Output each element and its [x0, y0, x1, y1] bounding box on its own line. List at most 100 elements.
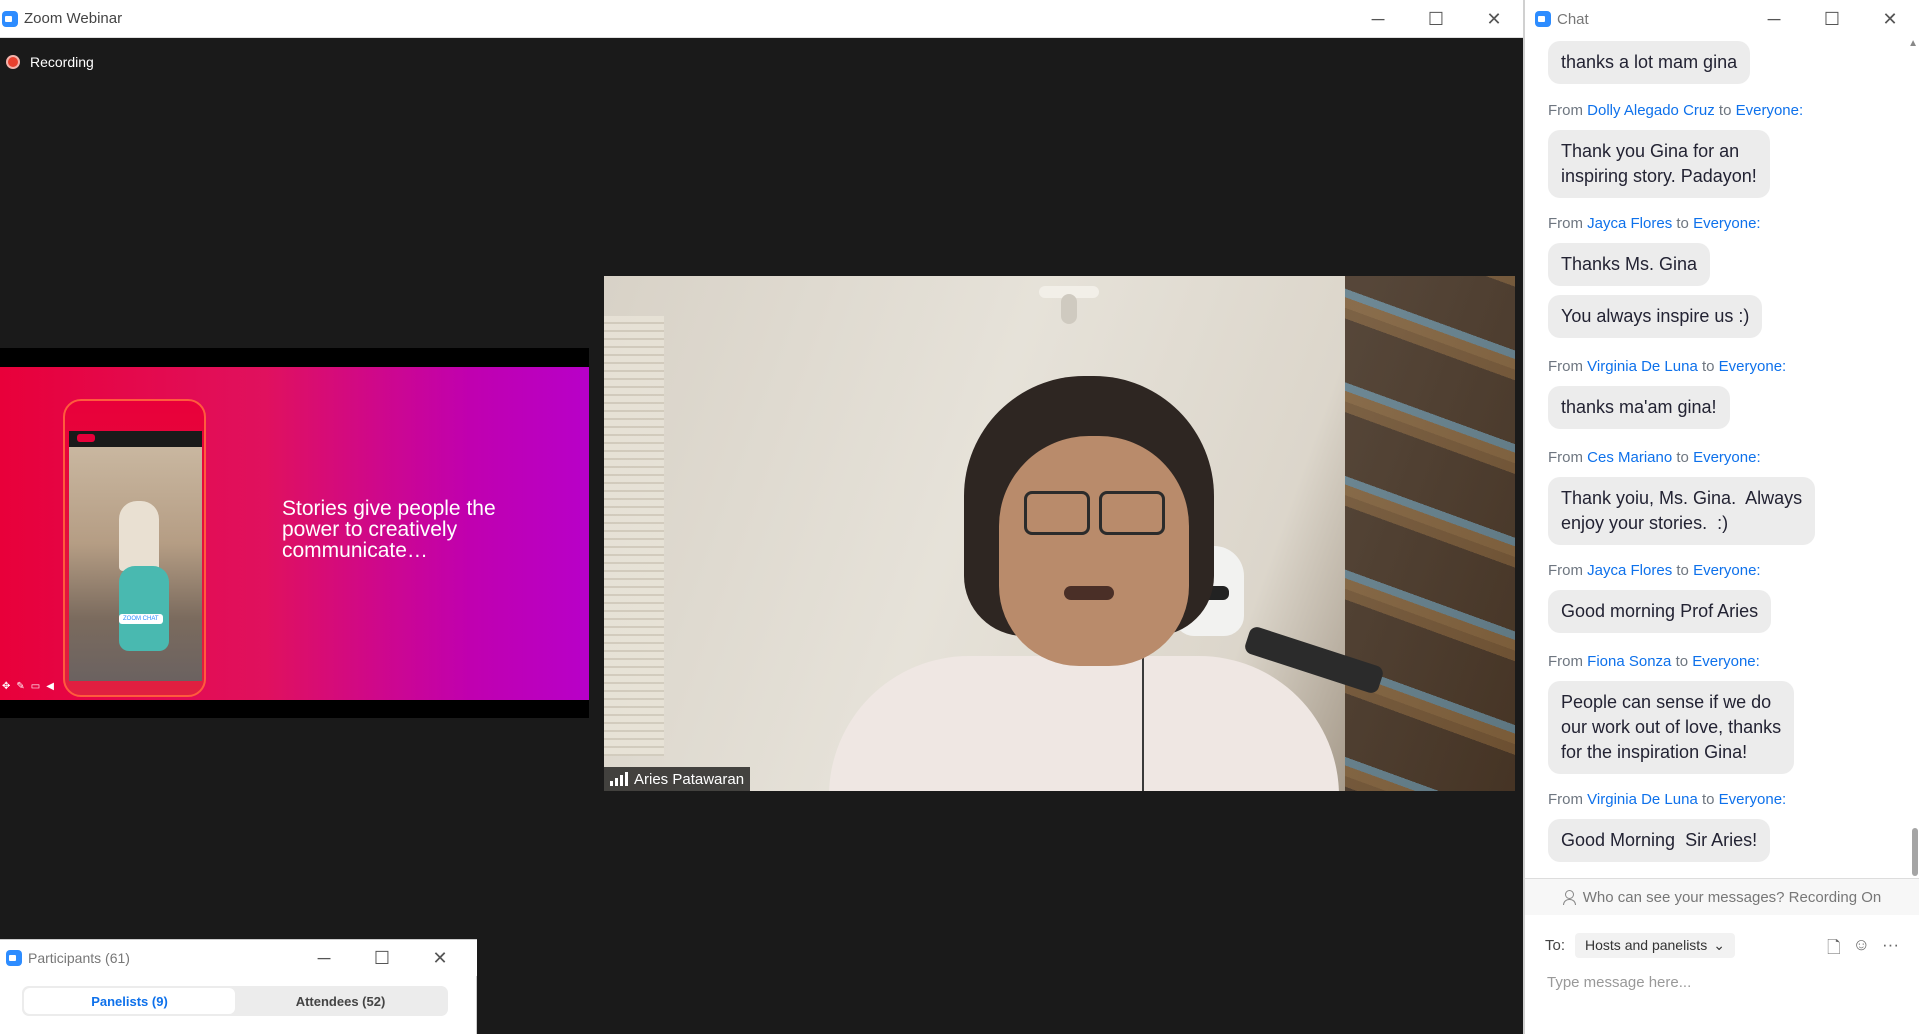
- message-visibility-note[interactable]: Who can see your messages? Recording On: [1525, 879, 1919, 915]
- tab-panelists[interactable]: Panelists (9): [24, 988, 235, 1014]
- more-options-icon[interactable]: ···: [1882, 935, 1899, 964]
- chat-message: Thanks Ms. Gina: [1548, 243, 1711, 286]
- from-prefix: From: [1548, 562, 1583, 579]
- minimize-button[interactable]: ─: [1745, 0, 1803, 38]
- participants-titlebar: Participants (61) ─ ☐ ✕: [0, 940, 477, 976]
- pen-icon[interactable]: ✎: [16, 681, 24, 692]
- maximize-button[interactable]: ☐: [1803, 0, 1861, 38]
- ceiling-fan: [1029, 276, 1109, 326]
- window-title: Zoom Webinar: [24, 10, 123, 27]
- recipient-value: Hosts and panelists: [1585, 937, 1708, 953]
- bookshelf: [1345, 276, 1515, 791]
- recipient-name[interactable]: Everyone:: [1736, 102, 1804, 119]
- rider-figure: [119, 501, 159, 571]
- glasses-right: [1099, 491, 1165, 535]
- to-word: to: [1701, 358, 1715, 375]
- minimize-button[interactable]: ─: [1349, 0, 1407, 38]
- eraser-icon[interactable]: ▭: [31, 681, 40, 692]
- close-button[interactable]: ✕: [1861, 0, 1919, 38]
- to-word: to: [1676, 215, 1689, 232]
- shared-screen[interactable]: ZOOM CHAT Stories give people the power …: [0, 348, 589, 718]
- maximize-button[interactable]: ☐: [1407, 0, 1465, 38]
- fan-hub: [1061, 294, 1077, 324]
- zoom-app-icon: [2, 10, 18, 27]
- speaker-icon[interactable]: ◀: [46, 681, 54, 692]
- participants-tabs: Panelists (9) Attendees (52): [22, 986, 448, 1016]
- recipient-name[interactable]: Everyone:: [1693, 562, 1761, 579]
- person-shirt: [829, 656, 1339, 791]
- from-prefix: From: [1548, 215, 1583, 232]
- phone-mockup: ZOOM CHAT: [63, 399, 206, 697]
- chat-sender-line: From Jayca Flores to Everyone:: [1548, 562, 1761, 579]
- maximize-button[interactable]: ☐: [353, 940, 411, 976]
- phone-screen-image: ZOOM CHAT: [69, 431, 202, 681]
- window-controls: ─ ☐ ✕: [1349, 0, 1523, 38]
- chat-message-list[interactable]: thanks a lot mam gina From Dolly Alegado…: [1525, 38, 1905, 878]
- chat-message: You always inspire us :): [1548, 295, 1763, 338]
- message-input[interactable]: [1545, 967, 1899, 997]
- sender-name[interactable]: Ces Mariano: [1587, 449, 1672, 466]
- phone-status-badge: [77, 434, 95, 442]
- recipient-name[interactable]: Everyone:: [1693, 449, 1761, 466]
- to-word: to: [1675, 653, 1689, 670]
- sender-name[interactable]: Fiona Sonza: [1587, 653, 1671, 670]
- chat-message: Thank yoiu, Ms. Gina. Always enjoy your …: [1548, 477, 1816, 545]
- window-blinds: [604, 316, 664, 756]
- close-button[interactable]: ✕: [411, 940, 469, 976]
- zoom-app-icon: [6, 950, 22, 966]
- sender-name[interactable]: Jayca Flores: [1587, 562, 1672, 579]
- recording-indicator[interactable]: Recording: [6, 54, 94, 70]
- chat-sender-line: From Virginia De Luna to Everyone:: [1548, 791, 1786, 808]
- sender-name[interactable]: Jayca Flores: [1587, 215, 1672, 232]
- from-prefix: From: [1548, 449, 1583, 466]
- from-prefix: From: [1548, 653, 1583, 670]
- participants-window: Participants (61) ─ ☐ ✕ Panelists (9) At…: [0, 939, 477, 1034]
- chat-message: thanks a lot mam gina: [1548, 41, 1751, 84]
- to-word: to: [1701, 791, 1715, 808]
- person-face: [999, 436, 1189, 666]
- chat-message: Good Morning Sir Aries!: [1548, 819, 1771, 862]
- emoji-icon[interactable]: ☺: [1853, 935, 1870, 964]
- minimize-button[interactable]: ─: [295, 940, 353, 976]
- recording-label: Recording: [30, 54, 94, 70]
- chat-message: thanks ma'am gina!: [1548, 386, 1730, 429]
- recipient-name[interactable]: Everyone:: [1719, 791, 1787, 808]
- composer-actions: 🗋 ☺ ···: [1827, 935, 1899, 964]
- annotation-toolbar: ✥ ✎ ▭ ◀: [2, 681, 54, 692]
- mic-wire: [1142, 656, 1144, 791]
- chat-titlebar: Chat ─ ☐ ✕: [1525, 0, 1919, 38]
- sender-name[interactable]: Virginia De Luna: [1587, 358, 1698, 375]
- participants-title: Participants (61): [28, 950, 130, 966]
- tab-attendees[interactable]: Attendees (52): [235, 988, 446, 1014]
- chat-sender-line: From Dolly Alegado Cruz to Everyone:: [1548, 102, 1803, 119]
- glasses-left: [1024, 491, 1090, 535]
- chat-scrollbar[interactable]: ▲: [1907, 38, 1919, 878]
- recipient-name[interactable]: Everyone:: [1719, 358, 1787, 375]
- to-word: to: [1718, 102, 1732, 119]
- signal-strength-icon: [610, 772, 628, 786]
- main-titlebar: Zoom Webinar ─ ☐ ✕: [0, 0, 1523, 38]
- person-mouth: [1064, 586, 1114, 600]
- scroll-up-arrow-icon[interactable]: ▲: [1908, 38, 1918, 49]
- recipient-name[interactable]: Everyone:: [1692, 653, 1760, 670]
- to-word: to: [1676, 562, 1689, 579]
- pointer-icon[interactable]: ✥: [2, 681, 10, 692]
- from-prefix: From: [1548, 791, 1583, 808]
- file-icon[interactable]: 🗋: [1827, 935, 1841, 964]
- video-tile[interactable]: Aries Patawaran: [604, 276, 1515, 791]
- chat-title: Chat: [1557, 10, 1589, 28]
- recipient-dropdown[interactable]: Hosts and panelists ⌄: [1575, 932, 1735, 958]
- sender-name[interactable]: Dolly Alegado Cruz: [1587, 102, 1715, 119]
- zoom-chat-tag: ZOOM CHAT: [119, 614, 163, 624]
- sender-name[interactable]: Virginia De Luna: [1587, 791, 1698, 808]
- chat-message: Good morning Prof Aries: [1548, 590, 1772, 633]
- participant-name-tag: Aries Patawaran: [604, 767, 751, 791]
- close-button[interactable]: ✕: [1465, 0, 1523, 38]
- window-controls: ─ ☐ ✕: [1745, 0, 1919, 38]
- scrollbar-thumb[interactable]: [1912, 828, 1918, 876]
- chat-sender-line: From Ces Mariano to Everyone:: [1548, 449, 1761, 466]
- recipient-name[interactable]: Everyone:: [1693, 215, 1761, 232]
- chat-sender-line: From Fiona Sonza to Everyone:: [1548, 653, 1760, 670]
- slide-text: Stories give people the power to creativ…: [282, 497, 496, 562]
- recording-note-text: Who can see your messages? Recording On: [1582, 888, 1882, 906]
